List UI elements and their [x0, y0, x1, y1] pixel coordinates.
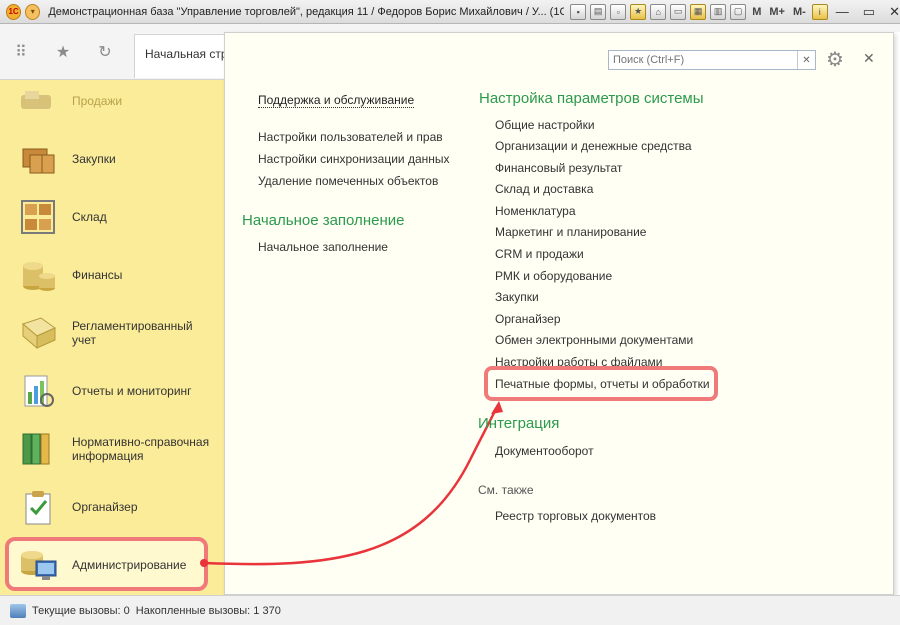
- initial-fill-heading: Начальное заполнение: [242, 212, 405, 229]
- top-strip: [225, 24, 900, 32]
- save-icon[interactable]: ▪: [570, 3, 587, 20]
- see-also-heading: См. также: [478, 483, 534, 497]
- sidebar-item-organizer[interactable]: Органайзер: [0, 478, 225, 536]
- link-purchases[interactable]: Закупки: [495, 290, 539, 304]
- sidebar-item-purchases[interactable]: Закупки: [0, 130, 225, 188]
- system-settings-heading: Настройка параметров системы: [479, 90, 704, 107]
- sidebar-item-label: Финансы: [72, 268, 123, 282]
- title-bar: 1С ▾ Демонстрационная база "Управление т…: [0, 0, 900, 24]
- apps-grid-icon[interactable]: ⠿: [12, 42, 30, 62]
- admin-icon: [18, 545, 58, 585]
- calls-icon[interactable]: [10, 603, 26, 618]
- link-marketing-planning[interactable]: Маркетинг и планирование: [495, 225, 646, 239]
- link-pos-equipment[interactable]: РМК и оборудование: [495, 269, 612, 283]
- window-close-icon[interactable]: ✕: [889, 4, 900, 20]
- app-logo-icon[interactable]: 1С: [6, 3, 22, 20]
- preview-icon[interactable]: ▫: [610, 3, 627, 20]
- favorites-star-icon[interactable]: ★: [54, 42, 72, 62]
- link-warehouse-delivery[interactable]: Склад и доставка: [495, 182, 593, 196]
- maximize-icon[interactable]: ▭: [863, 4, 875, 20]
- search-input[interactable]: [609, 51, 797, 69]
- finance-icon: [18, 255, 58, 295]
- gear-icon[interactable]: ⚙: [826, 47, 844, 72]
- sales-icon: [18, 81, 58, 121]
- close-icon[interactable]: ✕: [863, 50, 875, 67]
- clear-search-icon[interactable]: ✕: [797, 51, 815, 69]
- reference-icon: [18, 429, 58, 469]
- warehouse-icon: [18, 197, 58, 237]
- calendar-icon[interactable]: ▥: [710, 3, 727, 20]
- sidebar-item-label: Администрирование: [72, 558, 187, 572]
- link-icon[interactable]: ⌂: [650, 3, 667, 20]
- accumulated-calls: Накопленные вызовы: 1 370: [135, 604, 281, 617]
- copy-icon[interactable]: ▭: [670, 3, 687, 20]
- print-icon[interactable]: ▤: [590, 3, 607, 20]
- link-print-forms-reports[interactable]: Печатные формы, отчеты и обработки: [495, 377, 710, 391]
- window-title: Демонстрационная база "Управление торгов…: [48, 5, 565, 18]
- sidebar-item-label: Продажи: [72, 94, 123, 108]
- sidebar-item-reference[interactable]: Нормативно-справочная информация: [0, 420, 225, 478]
- link-general-settings[interactable]: Общие настройки: [495, 118, 595, 132]
- sidebar-item-reports[interactable]: Отчеты и мониторинг: [0, 362, 225, 420]
- clipboard-icon[interactable]: ▢: [730, 3, 747, 20]
- link-organizer[interactable]: Органайзер: [495, 312, 561, 326]
- sidebar-item-accounting[interactable]: Регламентированный учет: [0, 304, 225, 362]
- memory-mplus-button[interactable]: M+: [769, 6, 785, 18]
- sidebar-item-label: Регламентированный учет: [72, 319, 193, 347]
- current-calls: Текущие вызовы: 0: [32, 604, 130, 617]
- link-users-rights[interactable]: Настройки пользователей и прав: [258, 130, 443, 144]
- link-initial-fill[interactable]: Начальное заполнение: [258, 240, 388, 254]
- link-nomenclature[interactable]: Номенклатура: [495, 204, 576, 218]
- minimize-icon[interactable]: —: [836, 4, 849, 20]
- link-sync-settings[interactable]: Настройки синхронизации данных: [258, 152, 450, 166]
- link-crm-sales[interactable]: CRM и продажи: [495, 247, 584, 261]
- sidebar-item-finance[interactable]: Финансы: [0, 246, 225, 304]
- reports-icon: [18, 371, 58, 411]
- link-trade-documents-registry[interactable]: Реестр торговых документов: [495, 509, 656, 523]
- calculator-icon[interactable]: ▦: [690, 3, 707, 20]
- main-menu-icon[interactable]: ▾: [25, 3, 41, 20]
- sidebar-item-admin[interactable]: Администрирование: [0, 536, 225, 594]
- link-edi[interactable]: Обмен электронными документами: [495, 333, 693, 347]
- info-icon[interactable]: i: [811, 3, 828, 20]
- sidebar-item-label: Отчеты и мониторинг: [72, 384, 192, 398]
- purchases-icon: [18, 139, 58, 179]
- search-box: ✕: [608, 50, 816, 70]
- link-organizations-money[interactable]: Организации и денежные средства: [495, 139, 692, 153]
- memory-m-button[interactable]: M: [752, 6, 761, 18]
- accounting-icon: [18, 313, 58, 353]
- sidebar-item-label: Нормативно-справочная информация: [72, 435, 210, 463]
- organizer-icon: [18, 487, 58, 527]
- sidebar-item-sales[interactable]: Продажи: [0, 72, 225, 130]
- history-icon[interactable]: ↻: [96, 42, 114, 62]
- status-bar: Текущие вызовы: 0 Накопленные вызовы: 1 …: [0, 595, 900, 625]
- memory-mminus-button[interactable]: M-: [793, 6, 806, 18]
- sidebar-item-label: Закупки: [72, 152, 116, 166]
- sections-sidebar: Продажи Закупки Склад Финансы Регламенти…: [0, 80, 225, 595]
- integration-heading: Интеграция: [478, 415, 560, 432]
- link-financial-result[interactable]: Финансовый результат: [495, 161, 622, 175]
- sidebar-item-label: Органайзер: [72, 500, 138, 514]
- support-heading[interactable]: Поддержка и обслуживание: [258, 93, 415, 108]
- link-document-flow[interactable]: Документооборот: [495, 444, 594, 458]
- sidebar-item-label: Склад: [72, 210, 107, 224]
- favorites-icon[interactable]: ★: [630, 3, 647, 20]
- link-delete-marked[interactable]: Удаление помеченных объектов: [258, 174, 438, 188]
- sidebar-item-warehouse[interactable]: Склад: [0, 188, 225, 246]
